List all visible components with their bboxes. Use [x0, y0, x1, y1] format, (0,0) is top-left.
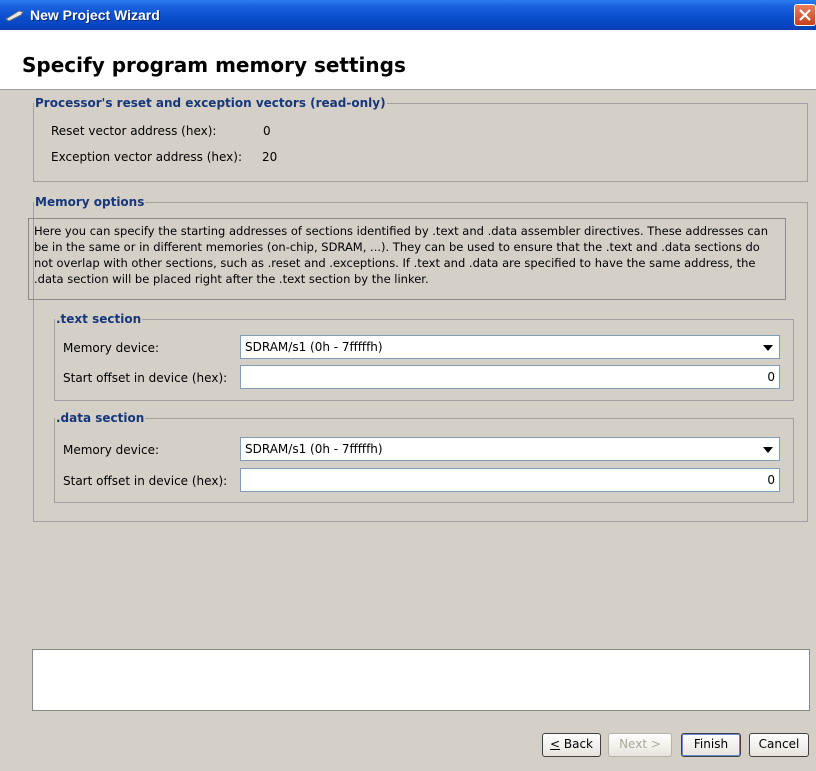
data-memory-device-value: SDRAM/s1 (0h - 7fffffh) [245, 442, 383, 456]
data-offset-label: Start offset in device (hex): [63, 474, 228, 488]
finish-button[interactable]: Finish [681, 733, 741, 757]
text-device-label: Memory device: [63, 341, 160, 355]
back-button-label: < Back [549, 737, 593, 751]
reset-vector-label: Reset vector address (hex): [51, 124, 217, 138]
next-button-label: Next > [619, 737, 661, 751]
text-offset-input[interactable]: 0 [240, 365, 780, 389]
text-offset-value: 0 [767, 370, 775, 384]
back-button[interactable]: < Back [542, 733, 601, 757]
vectors-group: Processor's reset and exception vectors … [33, 96, 808, 182]
text-section-legend: .text section [56, 312, 142, 326]
cancel-button[interactable]: Cancel [749, 733, 809, 757]
chevron-down-icon [763, 447, 773, 453]
data-memory-device-select[interactable]: SDRAM/s1 (0h - 7fffffh) [240, 437, 780, 461]
vectors-legend: Processor's reset and exception vectors … [35, 96, 386, 110]
reset-vector-value: 0 [263, 124, 271, 138]
data-offset-value: 0 [767, 473, 775, 487]
cancel-button-label: Cancel [758, 737, 800, 751]
window-title: New Project Wizard [30, 7, 160, 23]
text-memory-device-select[interactable]: SDRAM/s1 (0h - 7fffffh) [240, 335, 780, 359]
page-title: Specify program memory settings [22, 53, 406, 77]
finish-button-label: Finish [693, 737, 729, 751]
wand-icon [5, 10, 24, 21]
text-offset-label: Start offset in device (hex): [63, 371, 228, 385]
close-button[interactable] [794, 4, 816, 26]
exception-vector-value: 20 [262, 150, 278, 164]
memory-options-description: Here you can specify the starting addres… [28, 218, 786, 300]
text-memory-device-value: SDRAM/s1 (0h - 7fffffh) [245, 340, 383, 354]
next-button[interactable]: Next > [608, 733, 672, 757]
exception-vector-label: Exception vector address (hex): [51, 150, 242, 164]
data-device-label: Memory device: [63, 443, 160, 457]
memory-options-legend: Memory options [35, 195, 145, 209]
chevron-down-icon [763, 345, 773, 351]
title-bar: New Project Wizard [0, 0, 816, 30]
data-section-legend: .data section [56, 411, 145, 425]
data-offset-input[interactable]: 0 [240, 468, 780, 492]
close-icon [799, 9, 811, 21]
message-area [32, 649, 810, 711]
page-header: Specify program memory settings [0, 30, 816, 90]
